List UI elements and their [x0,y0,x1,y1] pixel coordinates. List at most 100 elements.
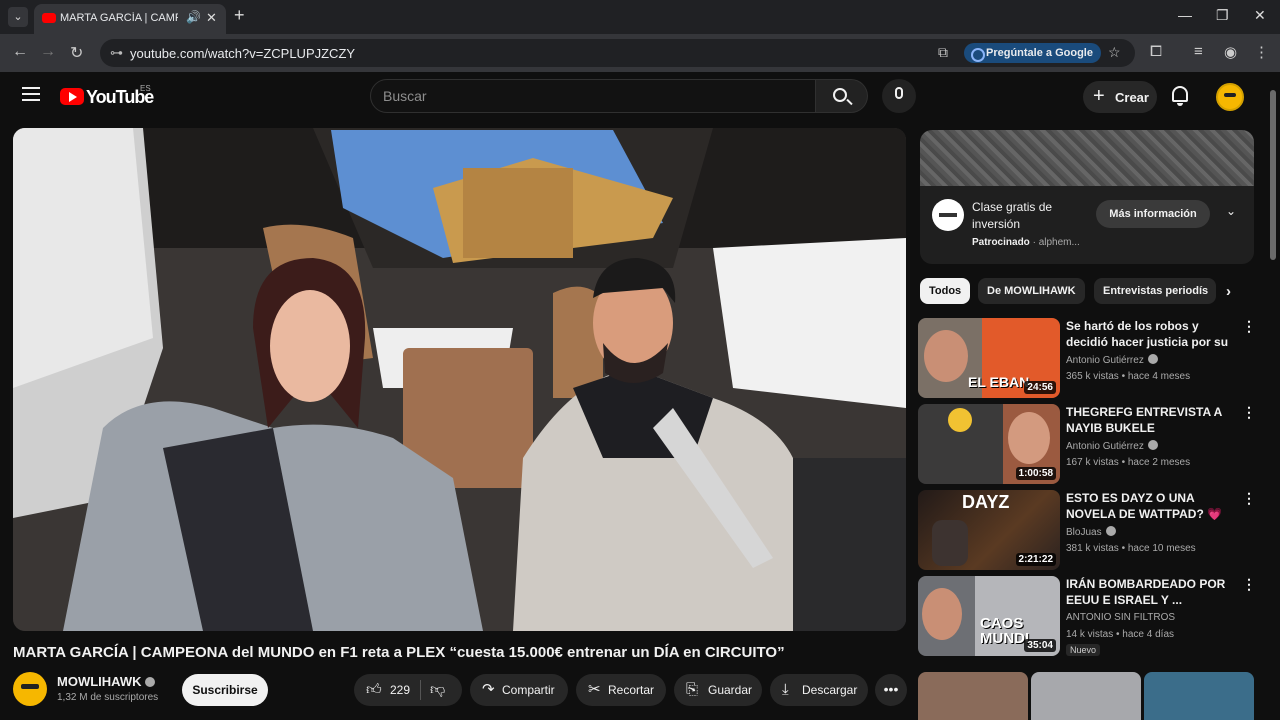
thumbnail-face [1008,412,1050,464]
shorts-thumbnail[interactable] [1144,672,1254,720]
chip-interviews[interactable]: Entrevistas periodís [1094,278,1216,304]
rec-channel[interactable]: ANTONIO SIN FILTROS [1066,612,1175,623]
profile-icon[interactable]: ◉ [1224,43,1237,61]
site-info-icon[interactable]: ⊶ [110,45,123,61]
notifications-bell-icon[interactable] [1172,86,1188,106]
ad-sponsor-line: Patrocinado · alphem... [972,237,1080,248]
rec-meta: 365 k vistas • hace 4 meses [1066,371,1191,382]
search-button[interactable] [816,79,868,113]
browser-tab[interactable]: MARTA GARCÍA | CAMPEONA 🔊 ✕ [34,4,226,34]
create-button[interactable]: + Crear [1083,81,1157,113]
ad-banner-image[interactable] [920,130,1254,186]
duration-badge: 35:04 [1024,639,1056,652]
video-thumbnail[interactable]: CAOS MUNDI 35:04 [918,576,1060,656]
channel-avatar[interactable] [13,672,47,706]
minimize-icon[interactable]: — [1178,7,1192,23]
close-window-icon[interactable]: ✕ [1254,7,1266,24]
rec-title[interactable]: IRÁN BOMBARDEADO POR EEUU E ISRAEL Y ... [1066,576,1238,608]
plus-icon: + [1093,85,1105,107]
download-icon: ⤓ [782,681,789,698]
video-thumbnail[interactable]: DAYZ 2:21:22 [918,490,1060,570]
rec-title[interactable]: THEGREFG ENTREVISTA A NAYIB BUKELE [1066,404,1238,436]
new-tab-button[interactable]: + [234,5,245,26]
close-tab-icon[interactable]: ✕ [206,10,217,26]
chevron-right-icon[interactable]: › [1226,283,1231,300]
ad-card[interactable]: Clase gratis de inversión Patrocinado · … [920,186,1254,264]
url-text: youtube.com/watch?v=ZCPLUPJZCZY [130,46,356,61]
back-icon[interactable]: ← [12,43,28,61]
forward-icon[interactable]: → [40,43,56,61]
tab-search-button[interactable]: ⌄ [8,7,28,27]
rec-channel-name: Antonio Gutiérrez [1066,355,1144,366]
verified-icon [1147,354,1158,364]
page-scrollbar[interactable] [1270,90,1276,260]
chip-channel[interactable]: De MOWLIHAWK [978,278,1085,304]
speaker-icon[interactable]: 🔊 [186,10,201,24]
bookmark-icon: ⎘ [686,681,699,698]
duration-badge: 2:21:22 [1015,553,1056,566]
recommendation-item[interactable]: EL EBAN 24:56 Se hartó de los robos y de… [918,318,1268,398]
more-actions-button[interactable]: ••• [875,674,907,706]
download-button[interactable]: ⤓ Descargar [770,674,868,706]
extensions-icon[interactable]: ⧠ [1150,43,1162,60]
video-thumbnail[interactable]: 1:00:58 [918,404,1060,484]
media-control-icon[interactable]: ≡ [1194,43,1203,60]
ask-google-chip[interactable]: Pregúntale a Google [964,43,1101,63]
recommendation-item[interactable]: DAYZ 2:21:22 ESTO ES DAYZ O UNA NOVELA D… [918,490,1268,570]
youtube-logo-icon[interactable] [60,88,84,105]
chevron-down-icon[interactable]: ⌄ [1226,204,1236,218]
rec-menu-icon[interactable]: ⋮ [1242,318,1256,335]
voice-search-button[interactable] [882,79,916,113]
like-icon[interactable]: 👍︎ [366,674,382,706]
rec-title[interactable]: Se hartó de los robos y decidió hacer ju… [1066,318,1238,350]
reload-icon[interactable]: ↻ [70,43,83,63]
rec-channel[interactable]: Antonio Gutiérrez [1066,354,1158,366]
like-count[interactable]: 229 [390,674,410,706]
recommendation-item[interactable]: 1:00:58 THEGREFG ENTREVISTA A NAYIB BUKE… [918,404,1268,484]
share-icon: ↷ [482,681,495,698]
chip-all[interactable]: Todos [920,278,971,304]
thumbnail-face [924,330,968,382]
video-player[interactable] [13,128,906,631]
like-dislike-group: 👍︎ 229 👎︎ [354,674,462,706]
thumbnail-text: DAYZ [962,492,1010,512]
save-label: Guardar [708,683,753,697]
save-button[interactable]: ⎘ Guardar [674,674,762,706]
ad-more-info-button[interactable]: Más información [1096,200,1210,228]
rec-meta: 167 k vistas • hace 2 meses [1066,457,1191,468]
channel-name[interactable]: MOWLIHAWK [57,674,156,689]
browser-toolbar: ← → ↻ ⊶ youtube.com/watch?v=ZCPLUPJZCZY … [0,34,1280,72]
recommendation-item[interactable]: CAOS MUNDI 35:04 IRÁN BOMBARDEADO POR EE… [918,576,1268,656]
maximize-icon[interactable]: ❐ [1216,7,1229,24]
advertiser-name: alphem... [1038,237,1080,248]
thumbnail-figure [932,520,968,566]
rec-menu-icon[interactable]: ⋮ [1242,576,1256,593]
scissors-icon: ✂ [588,681,601,698]
advertiser-logo [932,199,964,231]
share-button[interactable]: ↷ Compartir [470,674,568,706]
rec-channel-name: BloJuas [1066,527,1102,538]
browser-tab-strip: ⌄ MARTA GARCÍA | CAMPEONA 🔊 ✕ + — ❐ ✕ [0,0,1280,34]
browser-menu-icon[interactable]: ⋮ [1254,43,1269,61]
account-avatar[interactable] [1216,83,1244,111]
shorts-thumbnail[interactable] [918,672,1028,720]
rec-channel[interactable]: Antonio Gutiérrez [1066,440,1158,452]
subscriber-count: 1,32 M de suscriptores [57,692,159,703]
ad-title[interactable]: Clase gratis de inversión [972,199,1092,233]
search-icon [833,88,847,102]
dislike-icon[interactable]: 👎︎ [430,674,445,706]
rec-title[interactable]: ESTO ES DAYZ O UNA NOVELA DE WATTPAD? 💗 … [1066,490,1238,522]
address-bar[interactable]: ⊶ youtube.com/watch?v=ZCPLUPJZCZY ⧉ Preg… [100,39,1135,67]
rec-menu-icon[interactable]: ⋮ [1242,490,1256,507]
subscribe-button[interactable]: Suscribirse [182,674,268,706]
menu-icon[interactable] [22,87,40,101]
rec-channel[interactable]: BloJuas [1066,526,1116,538]
search-input[interactable]: Buscar [370,79,816,113]
thumbnail-face [922,588,962,640]
bookmark-star-icon[interactable]: ☆ [1108,44,1121,61]
shorts-thumbnail[interactable] [1031,672,1141,720]
install-app-icon[interactable]: ⧉ [938,44,948,61]
video-thumbnail[interactable]: EL EBAN 24:56 [918,318,1060,398]
clip-button[interactable]: ✂ Recortar [576,674,666,706]
rec-menu-icon[interactable]: ⋮ [1242,404,1256,421]
